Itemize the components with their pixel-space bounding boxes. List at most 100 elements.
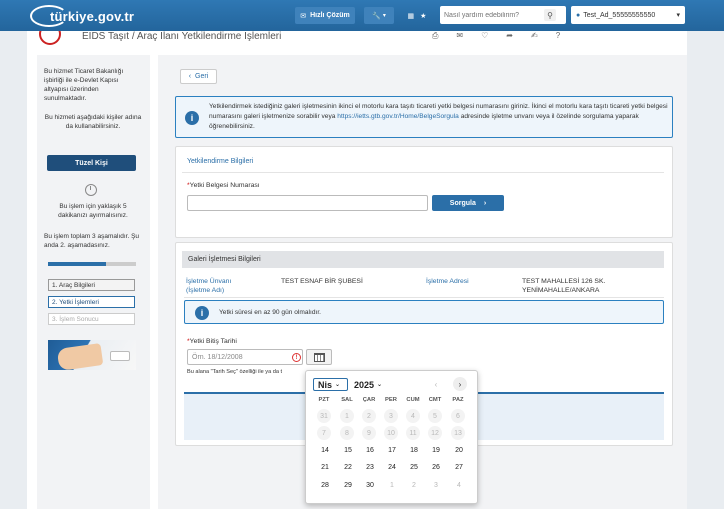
date-placeholder: Örn. 18/12/2008: [192, 353, 243, 361]
calendar-day: 31: [317, 409, 331, 423]
step-arac-bilgileri[interactable]: 1. Araç Bilgileri: [48, 279, 135, 291]
hizli-cozum-label: Hızlı Çözüm: [310, 12, 350, 19]
calendar-day: 8: [340, 426, 354, 440]
chevron-down-icon: ▾: [382, 13, 386, 19]
bitis-tarihi-input[interactable]: Örn. 18/12/2008: [187, 349, 303, 365]
calendar-day: 3: [384, 409, 398, 423]
turkiye-gov-logo[interactable]: türkiye.gov.tr: [30, 4, 134, 28]
calendar-day: 6: [451, 409, 465, 423]
calendar-day[interactable]: 24: [384, 460, 400, 474]
chevron-left-icon: ‹: [188, 73, 192, 80]
chevron-down-icon: ▾: [676, 12, 680, 19]
calendar-day: 12: [428, 426, 442, 440]
calendar-day: 4: [406, 409, 420, 423]
help-icon[interactable]: ?: [556, 31, 560, 41]
unvan-value: TEST ESNAF BİR ŞUBESİ: [281, 278, 363, 285]
hizli-cozum-button[interactable]: ✉ Hızlı Çözüm: [295, 7, 355, 24]
service-intro-text: Bu hizmet Ticaret Bakanlığı işbirliği il…: [44, 68, 124, 102]
favorite-icon[interactable]: ♡: [481, 31, 488, 41]
calendar-day: 2: [362, 409, 376, 423]
yetkilendirme-title: Yetkilendirme Bilgileri: [187, 158, 254, 165]
weekday-header: CMT: [428, 397, 442, 403]
calendar-day: 3: [434, 481, 438, 489]
next-month-button[interactable]: ›: [453, 377, 467, 391]
calendar-day[interactable]: 27: [451, 460, 467, 474]
sure-info-text: Yetki süresi en az 90 gün olmalıdır.: [219, 309, 322, 316]
back-button[interactable]: ‹ Geri: [180, 69, 217, 84]
belge-label: *Yetki Belgesi Numarası: [187, 182, 260, 189]
calendar-day[interactable]: 16: [362, 443, 378, 457]
calendar-day: 1: [390, 481, 394, 489]
service-tools: ⎙ ✉ ♡ ➦ ✍ ?: [432, 31, 560, 41]
sure-info-alert: i Yetki süresi en az 90 gün olmalıdır.: [184, 300, 664, 324]
ministry-emblem-icon: [39, 31, 61, 45]
clock-icon: [85, 184, 97, 196]
info-alert: i Yetkilendirmek istediğiniz galeri işle…: [175, 96, 673, 138]
belge-sorgula-link[interactable]: https://ietts.gtb.gov.tr/Home/BelgeSorgu…: [337, 113, 459, 120]
calendar-day[interactable]: 26: [428, 460, 444, 474]
id-card-icon: ▦: [407, 12, 415, 20]
stage-progress-bar: [48, 262, 136, 266]
bitis-label: *Yetki Bitiş Tarihi: [187, 338, 237, 345]
adres-value: TEST MAHALLESİ 126 SK. YENİMAHALLE/ANKAR…: [522, 278, 606, 294]
calendar-day[interactable]: 25: [406, 460, 422, 474]
calendar-day: 9: [362, 426, 376, 440]
calendar-day[interactable]: 15: [340, 443, 356, 457]
calendar-day: 10: [384, 426, 398, 440]
calendar-toggle-button[interactable]: [306, 349, 332, 365]
search-box[interactable]: ⚲: [440, 6, 566, 24]
progress-fill: [48, 262, 107, 266]
calendar-day[interactable]: 19: [428, 443, 444, 457]
print-icon[interactable]: ⎙: [432, 31, 438, 41]
duration-text: Bu işlem için yaklaşık 5 dakikanızı ayır…: [58, 203, 128, 219]
calendar-day: 5: [428, 409, 442, 423]
sorgula-button[interactable]: Sorgula ›: [432, 195, 504, 211]
calendar-day[interactable]: 14: [317, 443, 333, 457]
share-icon[interactable]: ➦: [506, 31, 513, 41]
comment-icon[interactable]: ✍: [531, 31, 538, 41]
chevron-right-icon: ›: [483, 199, 487, 207]
weekday-header: PAZ: [452, 397, 464, 403]
promo-image: [48, 340, 136, 370]
step-islem-sonucu: 3. İşlem Sonucu: [48, 313, 135, 325]
calendar-day[interactable]: 21: [317, 460, 333, 474]
wrench-icon: 🔧: [372, 12, 381, 20]
prev-month-button[interactable]: ‹: [429, 377, 443, 391]
yetki-belgesi-input[interactable]: [187, 195, 428, 211]
stage-text: Bu işlem toplam 3 aşamalıdır. Şu anda 2.…: [44, 233, 140, 249]
calendar-day: 7: [317, 426, 331, 440]
settings-menu-button[interactable]: 🔧 ▾: [364, 7, 394, 24]
bitis-label-text: Yetki Bitiş Tarihi: [189, 338, 237, 345]
accessibility-buttons[interactable]: ▦ ★: [400, 7, 434, 24]
calendar-day[interactable]: 28: [317, 478, 333, 492]
warning-icon: !: [292, 353, 301, 362]
calendar-day[interactable]: 17: [384, 443, 400, 457]
chevron-down-icon: ⌄: [377, 382, 383, 388]
calendar-day: 13: [451, 426, 465, 440]
calendar-day[interactable]: 29: [340, 478, 356, 492]
calendar-day[interactable]: 30: [362, 478, 378, 492]
service-header: EİDS Taşıt / Araç İlanı Yetkilendirme İş…: [27, 31, 687, 45]
mail-icon[interactable]: ✉: [456, 31, 463, 41]
calendar-day[interactable]: 18: [406, 443, 422, 457]
calendar-day[interactable]: 22: [340, 460, 356, 474]
user-menu[interactable]: ● Test_Ad_55555555550 ▾: [571, 6, 685, 24]
month-select[interactable]: Nis ⌄: [313, 378, 348, 391]
weekday-header: PER: [385, 397, 397, 403]
search-icon[interactable]: ⚲: [544, 9, 556, 21]
weekday-header: ÇAR: [362, 397, 376, 403]
tuzel-kisi-button[interactable]: Tüzel Kişi: [47, 155, 136, 171]
calendar-day[interactable]: 23: [362, 460, 378, 474]
sorgula-label: Sorgula: [449, 199, 476, 207]
year-select[interactable]: 2025 ⌄: [354, 378, 382, 391]
service-title: EİDS Taşıt / Araç İlanı Yetkilendirme İş…: [82, 31, 282, 42]
calendar-day: 2: [412, 481, 416, 489]
info-icon: i: [195, 306, 209, 320]
search-input[interactable]: [444, 11, 544, 19]
calendar-day: 11: [406, 426, 420, 440]
user-name: Test_Ad_55555555550: [583, 11, 656, 19]
back-label: Geri: [195, 73, 209, 80]
calendar-day[interactable]: 20: [451, 443, 467, 457]
step-yetki-islemleri[interactable]: 2. Yetki İşlemleri: [48, 296, 135, 308]
card-illustration: [110, 351, 130, 361]
